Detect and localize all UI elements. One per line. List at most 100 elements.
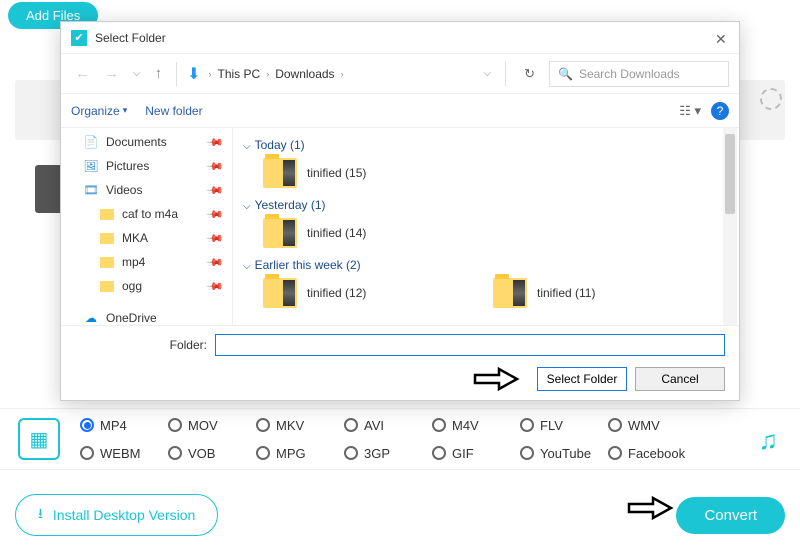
format-option-webm[interactable]: WEBM	[80, 439, 168, 467]
refresh-button[interactable]: ↻	[516, 63, 543, 85]
help-button[interactable]: ?	[711, 102, 729, 120]
up-button[interactable]: ↑	[151, 63, 167, 84]
radio-icon	[520, 446, 534, 460]
sidebar-item-caf-to-m4a[interactable]: caf to m4a📌	[61, 202, 232, 226]
downloads-icon: ⬇	[187, 64, 200, 84]
select-folder-button[interactable]: Select Folder	[537, 367, 627, 391]
chevron-down-icon: ▾	[123, 105, 128, 116]
format-option-wmv[interactable]: WMV	[608, 411, 696, 439]
pic-icon: 🖼	[83, 159, 99, 173]
format-label: Facebook	[628, 446, 685, 461]
folder-icon	[99, 255, 115, 269]
format-option-mp4[interactable]: MP4	[80, 411, 168, 439]
format-option-3gp[interactable]: 3GP	[344, 439, 432, 467]
format-strip: ▦ MP4 MOVMKVAVI M4V FLV WMV WEBMVOB MPG 3GP GIF Y…	[0, 408, 800, 470]
view-options-button[interactable]: ☷ ▾	[679, 103, 701, 119]
format-label: M4V	[452, 418, 479, 433]
folder-item[interactable]: tinified (12)	[263, 278, 463, 308]
format-label: YouTube	[540, 446, 591, 461]
close-icon[interactable]: ✕	[715, 31, 729, 45]
format-option-mkv[interactable]: MKV	[256, 411, 344, 439]
forward-button[interactable]: →	[100, 63, 123, 84]
format-option-youtube[interactable]: YouTube	[520, 439, 608, 467]
folder-icon	[493, 278, 527, 308]
crumb-thispc[interactable]: This PC	[214, 65, 265, 83]
folder-item[interactable]: tinified (14)	[263, 218, 463, 248]
chevron-right-icon: ›	[339, 69, 346, 79]
folder-label: tinified (12)	[307, 286, 366, 300]
dialog-titlebar: ✔ Select Folder ✕	[61, 22, 739, 54]
folder-icon	[99, 207, 115, 221]
chevron-right-icon: ›	[264, 69, 271, 79]
folder-icon	[99, 231, 115, 245]
format-option-avi[interactable]: AVI	[344, 411, 432, 439]
format-label: WMV	[628, 418, 660, 433]
folder-label: tinified (14)	[307, 226, 366, 240]
sidebar-item-ogg[interactable]: ogg📌	[61, 274, 232, 298]
sidebar-item-documents[interactable]: 📄Documents📌	[61, 130, 232, 154]
group-header[interactable]: Earlier this week (2)	[243, 258, 729, 272]
annotation-arrow-icon	[473, 366, 521, 392]
radio-icon	[520, 418, 534, 432]
doc-icon: 📄	[83, 135, 99, 149]
format-option-gif[interactable]: GIF	[432, 439, 520, 467]
folder-item[interactable]: tinified (11)	[493, 278, 693, 308]
radio-icon	[344, 418, 358, 432]
format-label: MP4	[100, 418, 127, 433]
sidebar-item-videos[interactable]: 🎞Videos📌	[61, 178, 232, 202]
search-input[interactable]: 🔍 Search Downloads	[549, 61, 729, 87]
sidebar-label: Documents	[106, 135, 167, 149]
cloud-icon: ☁	[83, 311, 99, 325]
sidebar-item-onedrive[interactable]: ☁ OneDrive	[61, 306, 232, 325]
folder-name-input[interactable]	[215, 334, 725, 356]
separator	[176, 62, 177, 86]
breadcrumb[interactable]: › This PC › Downloads › ⌵	[207, 65, 496, 83]
back-button[interactable]: ←	[71, 63, 94, 84]
folder-icon	[263, 218, 297, 248]
install-desktop-button[interactable]: ⭳ Install Desktop Version	[15, 494, 218, 536]
format-option-m4v[interactable]: M4V	[432, 411, 520, 439]
annotation-arrow-icon	[627, 495, 675, 521]
organize-menu[interactable]: Organize ▾	[71, 104, 127, 118]
scrollbar[interactable]	[723, 128, 737, 325]
install-label: Install Desktop Version	[53, 507, 195, 523]
folder-item[interactable]: tinified (15)	[263, 158, 463, 188]
vid-icon: 🎞	[83, 183, 99, 197]
sidebar: 📄 Documents 📌🖼Pictures📌🎞Videos📌caf to m4a📌…	[61, 128, 233, 325]
folder-field-label: Folder:	[75, 338, 207, 352]
sidebar-item-pictures[interactable]: 🖼Pictures📌	[61, 154, 232, 178]
group-header[interactable]: Today (1)	[243, 138, 729, 152]
scrollbar-thumb[interactable]	[725, 134, 735, 214]
cancel-button[interactable]: Cancel	[635, 367, 725, 391]
convert-button[interactable]: Convert	[676, 497, 785, 534]
format-option-flv[interactable]: FLV	[520, 411, 608, 439]
sidebar-label: mp4	[122, 255, 145, 269]
format-label: 3GP	[364, 446, 390, 461]
format-option-facebook[interactable]: Facebook	[608, 439, 696, 467]
radio-icon	[256, 446, 270, 460]
format-option-vob[interactable]: VOB	[168, 439, 256, 467]
folder-icon	[263, 158, 297, 188]
gear-icon[interactable]	[760, 88, 782, 110]
radio-icon	[432, 446, 446, 460]
sidebar-item-mp4[interactable]: mp4📌	[61, 250, 232, 274]
radio-icon	[344, 446, 358, 460]
video-icon[interactable]: ▦	[18, 418, 60, 460]
group-header[interactable]: Yesterday (1)	[243, 198, 729, 212]
bottom-bar: ⭳ Install Desktop Version Convert	[0, 490, 800, 540]
radio-icon	[80, 446, 94, 460]
dialog-title: Select Folder	[95, 31, 715, 45]
format-option-mpg[interactable]: MPG	[256, 439, 344, 467]
format-option-mov[interactable]: MOV	[168, 411, 256, 439]
music-icon[interactable]: ♫	[759, 425, 779, 456]
sidebar-item-mka[interactable]: MKA📌	[61, 226, 232, 250]
sidebar-label: MKA	[122, 231, 148, 245]
history-dropdown[interactable]: ⌵	[129, 66, 145, 81]
format-label: MPG	[276, 446, 306, 461]
path-dropdown[interactable]: ⌵	[484, 68, 492, 79]
download-icon: ⭳	[38, 503, 43, 527]
pin-icon: 📌	[206, 157, 225, 176]
new-folder-button[interactable]: New folder	[145, 104, 202, 118]
crumb-downloads[interactable]: Downloads	[271, 65, 338, 83]
folder-view[interactable]: Today (1) tinified (15) Yesterday (1) tinif…	[233, 128, 739, 325]
